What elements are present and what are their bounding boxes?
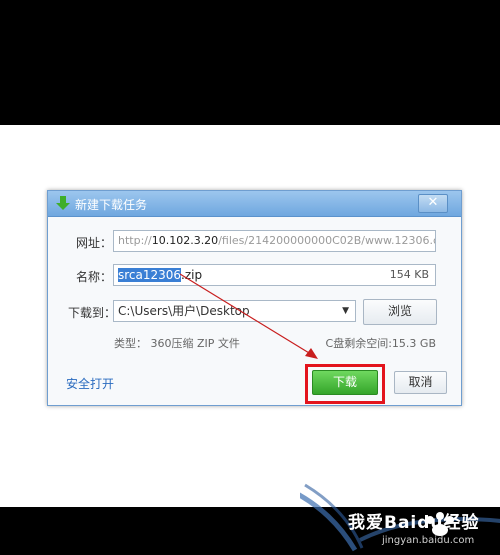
url-prefix: http:// <box>118 234 152 247</box>
new-download-dialog: 新建下载任务 ✕ 网址： http://10.102.3.20/files/21… <box>47 190 462 406</box>
free-space-info: C盘剩余空间:15.3 GB <box>325 337 436 350</box>
file-type-info: 类型： 360压缩 ZIP 文件 <box>114 337 240 350</box>
url-label: 网址： <box>76 236 113 250</box>
download-to-label: 下载到： <box>68 306 117 320</box>
name-label: 名称： <box>76 270 113 284</box>
cancel-button[interactable]: 取消 <box>394 371 447 394</box>
download-button[interactable]: 下载 <box>312 370 378 395</box>
safe-open-link[interactable]: 安全打开 <box>66 375 114 392</box>
watermark-url: jingyan.baidu.com <box>382 535 475 546</box>
top-black-band <box>0 0 500 125</box>
chevron-down-icon[interactable]: ▼ <box>342 301 349 321</box>
filename-selected-text: srca12306 <box>118 268 182 282</box>
dialog-title: 新建下载任务 <box>75 198 148 212</box>
save-path-select[interactable]: C:\Users\用户\Desktop ▼ <box>113 300 356 322</box>
url-path: /files/214200000000C02B/www.12306.cn/ <box>218 234 436 247</box>
close-icon: ✕ <box>427 195 439 210</box>
browse-button[interactable]: 浏览 <box>363 299 437 325</box>
filename-field[interactable]: srca12306.zip 154 KB <box>113 264 436 286</box>
url-host: 10.102.3.20 <box>151 234 219 247</box>
watermark-text: 我爱Baidu经验 <box>348 513 480 533</box>
url-field[interactable]: http://10.102.3.20/files/214200000000C02… <box>113 230 436 252</box>
baidu-watermark: 我爱Baidu经验 jingyan.baidu.com <box>300 480 500 555</box>
file-size: 154 KB <box>389 268 429 281</box>
download-arrow-icon <box>56 196 70 210</box>
dialog-titlebar[interactable]: 新建下载任务 ✕ <box>48 191 461 217</box>
filename-extension: .zip <box>181 268 203 282</box>
save-path-value: C:\Users\用户\Desktop <box>118 304 250 318</box>
close-button[interactable]: ✕ <box>418 194 448 213</box>
